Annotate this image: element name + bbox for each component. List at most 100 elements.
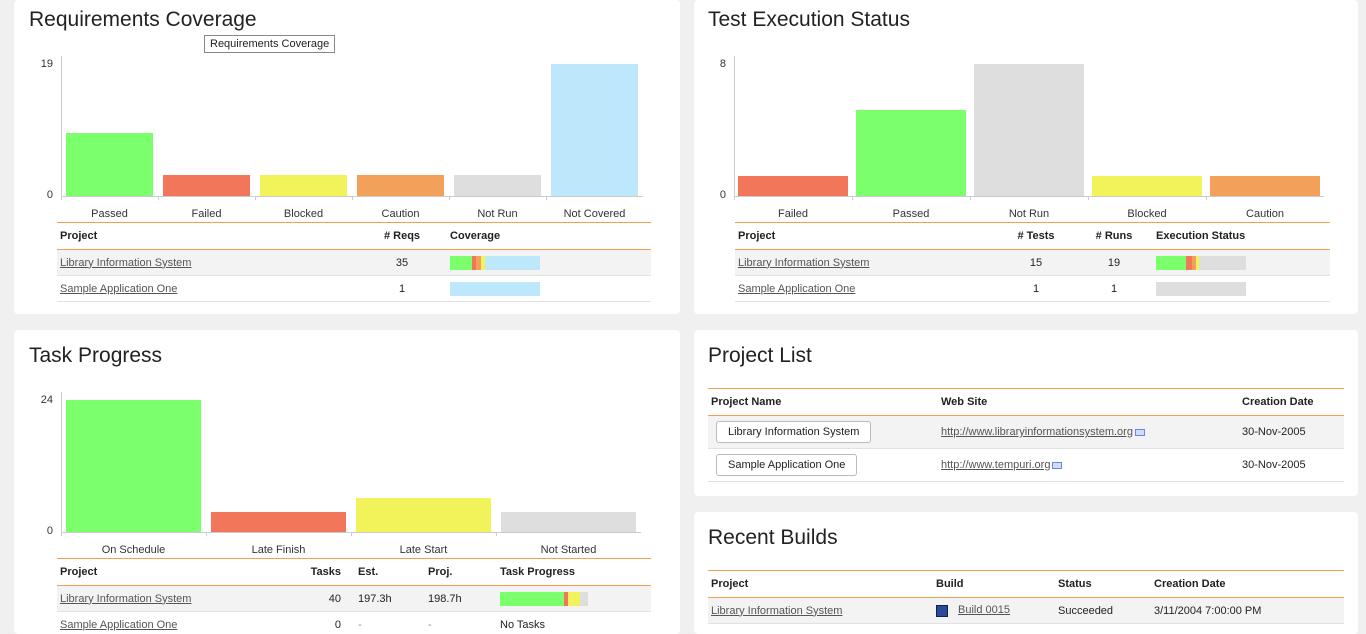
x-tick <box>255 196 256 200</box>
table-row: Sample Application One 1 <box>57 275 651 302</box>
bar-blocked[interactable] <box>1092 176 1202 196</box>
y-tick-label: 0 <box>46 525 53 537</box>
x-tick <box>852 196 853 200</box>
project-link[interactable]: Sample Application One <box>60 619 177 631</box>
reqs-count: 35 <box>357 249 447 276</box>
bar-caution[interactable] <box>1210 176 1320 196</box>
project-button[interactable]: Library Information System <box>716 421 872 443</box>
bar-blocked[interactable] <box>260 175 347 196</box>
x-tick-label: Blocked <box>283 208 324 220</box>
x-tick-label: Caution <box>381 208 420 220</box>
bar-passed[interactable] <box>856 110 966 196</box>
col-runs: # Runs <box>1075 222 1153 250</box>
task-progress-chart: 24 0 On Schedule Late Finish Late Start Not S… <box>14 330 680 558</box>
requirements-coverage-table: Project # Reqs Coverage Library Informat… <box>57 222 651 302</box>
y-tick-label: 19 <box>40 58 53 70</box>
project-button[interactable]: Sample Application One <box>716 454 858 476</box>
est-hours: 197.3h <box>355 585 425 612</box>
task-progress-bar <box>500 591 588 606</box>
col-project: Project <box>708 570 933 598</box>
bar-caution[interactable] <box>357 175 444 196</box>
proj-hours: - <box>425 611 497 634</box>
x-tick-label: Not Started <box>540 544 597 556</box>
reqs-count: 1 <box>357 275 447 302</box>
x-tick-label: Blocked <box>1127 208 1167 220</box>
creation-date: 30-Nov-2005 <box>1239 415 1344 449</box>
x-tick-label: Caution <box>1246 208 1284 220</box>
col-project: Project <box>735 222 997 250</box>
col-build: Build <box>933 570 1055 598</box>
bar-not-run[interactable] <box>974 64 1084 196</box>
x-tick <box>352 196 353 200</box>
x-tick <box>206 532 207 536</box>
x-tick <box>61 532 62 536</box>
x-tick-label: Late Finish <box>251 544 306 556</box>
project-link[interactable]: Library Information System <box>711 605 842 617</box>
bar-not-covered[interactable] <box>551 64 638 196</box>
bar-on-schedule[interactable] <box>66 400 201 532</box>
project-list-table: Project Name Web Site Creation Date Libr… <box>708 388 1344 482</box>
x-tick <box>158 196 159 200</box>
creation-date: 30-Nov-2005 <box>1239 448 1344 482</box>
requirements-coverage-panel: Requirements Coverage 19 0 Passed Failed Blo… <box>14 0 680 314</box>
runs-count: 19 <box>1075 249 1153 276</box>
table-row: Sample Application One 1 1 <box>735 275 1330 302</box>
bar-failed[interactable] <box>738 176 848 196</box>
x-tick-label: On Schedule <box>101 544 166 556</box>
requirements-coverage-chart: 19 0 Passed Failed Blocked Caution Not Run Not … <box>14 0 680 222</box>
project-link[interactable]: Sample Application One <box>738 283 855 295</box>
project-link[interactable]: Library Information System <box>738 257 869 269</box>
x-tick-label: Passed <box>91 208 128 220</box>
coverage-bar <box>450 281 540 296</box>
x-tick-label: Failed <box>191 208 222 220</box>
task-progress-table: Project Tasks Est. Proj. Task Progress L… <box>57 558 651 634</box>
y-axis <box>61 56 62 196</box>
col-proj: Proj. <box>425 558 497 586</box>
external-link-icon[interactable] <box>1134 428 1145 436</box>
build-icon <box>936 604 948 617</box>
col-tests: # Tests <box>997 222 1075 250</box>
x-tick-label: Not Run <box>1008 208 1050 220</box>
y-axis <box>734 56 735 196</box>
execution-status-bar <box>1156 281 1246 296</box>
x-tick <box>61 196 62 200</box>
x-tick <box>449 196 450 200</box>
col-status: Status <box>1055 570 1151 598</box>
col-web-site: Web Site <box>938 388 1239 416</box>
table-row: Sample Application One 0 - - No Tasks <box>57 611 651 634</box>
bar-not-started[interactable] <box>501 512 636 532</box>
chart-tooltip: Requirements Coverage <box>204 35 336 53</box>
bar-late-finish[interactable] <box>211 512 346 532</box>
tasks-count: 0 <box>297 611 355 634</box>
col-creation-date: Creation Date <box>1239 388 1344 416</box>
table-row: Library Information System Build 0015 Su… <box>708 597 1344 624</box>
external-link-icon[interactable] <box>1052 461 1063 469</box>
bar-late-start[interactable] <box>356 498 491 532</box>
recent-builds-table: Project Build Status Creation Date Libra… <box>708 570 1344 624</box>
y-tick-label: 0 <box>46 189 53 201</box>
table-row: Library Information System 40 197.3h 198… <box>57 585 651 612</box>
runs-count: 1 <box>1075 275 1153 302</box>
task-progress-panel: Task Progress 24 0 On Schedule Late Finish L… <box>14 330 680 634</box>
col-project: Project <box>57 222 357 250</box>
table-row: Sample Application One http://www.tempur… <box>708 448 1344 482</box>
task-progress-text: No Tasks <box>497 611 651 634</box>
y-tick-label: 0 <box>719 189 726 201</box>
bar-failed[interactable] <box>163 175 250 196</box>
project-link[interactable]: Library Information System <box>60 593 191 605</box>
project-list-panel: Project List Project Name Web Site Creat… <box>694 330 1358 496</box>
proj-hours: 198.7h <box>425 585 497 612</box>
project-link[interactable]: Library Information System <box>60 257 191 269</box>
build-link[interactable]: Build 0015 <box>958 604 1010 616</box>
bar-not-run[interactable] <box>454 175 541 196</box>
website-link[interactable]: http://www.libraryinformationsystem.org <box>941 426 1133 438</box>
panel-title: Recent Builds <box>708 526 838 549</box>
x-tick <box>1088 196 1089 200</box>
website-link[interactable]: http://www.tempuri.org <box>941 459 1050 471</box>
col-creation-date: Creation Date <box>1151 570 1344 598</box>
bar-passed[interactable] <box>66 133 153 196</box>
x-tick-label: Late Start <box>399 544 448 556</box>
recent-builds-panel: Recent Builds Project Build Status Creat… <box>694 512 1358 634</box>
table-row: Library Information System 15 19 <box>735 249 1330 276</box>
project-link[interactable]: Sample Application One <box>60 283 177 295</box>
